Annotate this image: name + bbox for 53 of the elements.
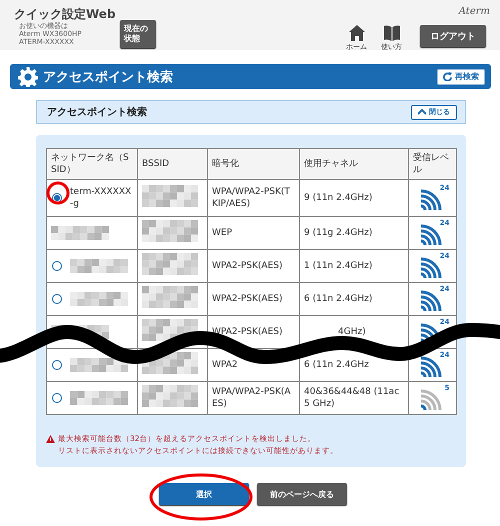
refresh-icon	[443, 72, 452, 81]
table-cell-text: 1 (11n 2.4GHz)	[304, 260, 374, 272]
redacted-text	[142, 385, 198, 407]
home-icon	[348, 24, 366, 42]
logout-button[interactable]: ログアウト	[420, 25, 486, 47]
table-cell-text: 9 (11g 2.4GHz)	[304, 227, 374, 239]
column-header: 受信レベル	[408, 148, 456, 180]
section-title: アクセスポイント検索	[47, 106, 148, 119]
redacted-text	[142, 220, 198, 242]
table-cell-text: WPA2-PSK(AES)	[212, 260, 284, 272]
redacted-text	[70, 358, 128, 372]
table-cell-text: WPA2	[212, 359, 239, 371]
redacted-text	[70, 391, 128, 405]
gear-icon	[18, 66, 38, 86]
annotation-circle	[46, 182, 70, 204]
redacted-text	[142, 319, 198, 341]
column-header: 使用チャネル	[300, 148, 408, 180]
radio-button[interactable]	[52, 393, 62, 403]
table-cell-text: 6 (11n 2.4GHz)	[304, 293, 374, 305]
warning-icon	[46, 435, 55, 443]
back-button[interactable]: 前のページへ戻る	[257, 483, 347, 505]
table-cell-text: WEP	[212, 227, 234, 239]
column-header: 暗号化	[208, 148, 300, 180]
table-cell-text: WPA2-PSK(AES)	[212, 326, 284, 338]
brand-logo: Aterm	[458, 6, 490, 17]
redacted-text	[142, 286, 198, 308]
column-header: BSSID	[138, 148, 208, 180]
book-icon	[382, 24, 400, 42]
app-title: クイック設定Web	[14, 7, 117, 21]
network-name: term-XXXXXX-g	[70, 186, 132, 210]
redacted-text	[142, 352, 198, 374]
caret-icon	[418, 109, 426, 115]
column-header: ネットワーク名（SSID）	[46, 148, 138, 180]
select-button[interactable]: 選択	[159, 483, 249, 505]
table-cell-text: WPA/WPA2-PSK(AES)	[212, 386, 292, 410]
table-cell-text: WPA/WPA2-PSK(TKIP/AES)	[212, 186, 291, 210]
rescan-button[interactable]: 再検索	[437, 68, 485, 84]
table-cell-text: 9 (11n 2.4GHz)	[304, 192, 374, 204]
redacted-text	[142, 185, 198, 207]
radio-button[interactable]	[52, 294, 62, 304]
table-cell-text: WPA2-PSK(AES)	[212, 293, 284, 305]
redacted-text	[142, 253, 198, 275]
page-title: アクセスポイント検索	[43, 68, 174, 86]
table-cell-text: 40&36&44&48 (11ac 5 GHz)	[304, 386, 400, 410]
status-button[interactable]: 現在の状態	[120, 20, 156, 48]
redacted-text	[70, 259, 128, 273]
table-cell-text: 4GHz)	[337, 326, 367, 338]
table-cell-text: 6 (11n 2.4GHz	[304, 359, 370, 371]
radio-button[interactable]	[52, 360, 62, 370]
redacted-text	[70, 292, 128, 306]
radio-button[interactable]	[52, 261, 62, 271]
redacted-text	[51, 226, 109, 240]
redacted-text	[51, 325, 109, 339]
